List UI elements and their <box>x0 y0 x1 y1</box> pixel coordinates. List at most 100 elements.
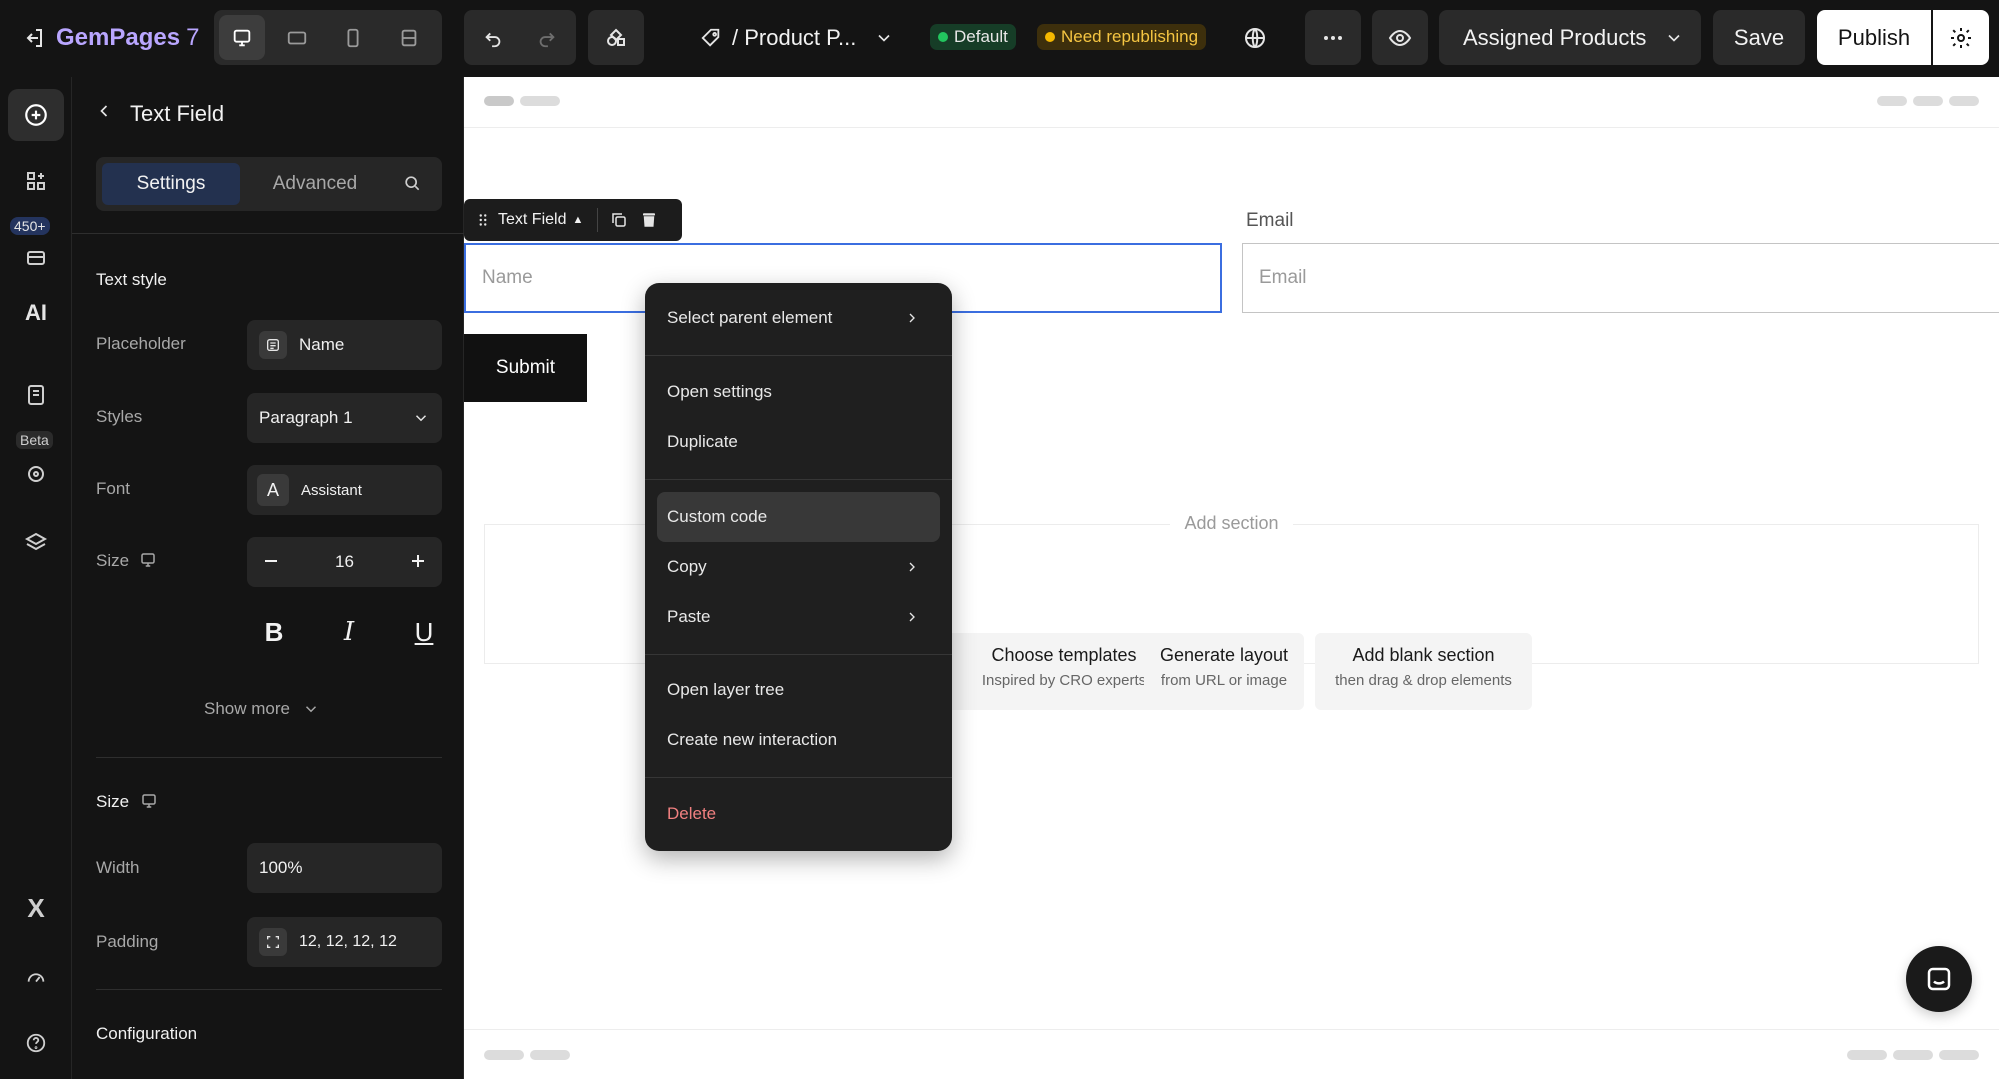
font-icon: A <box>257 474 289 506</box>
status-dot-icon <box>938 32 948 42</box>
menu-item-paste[interactable]: Paste <box>657 592 940 642</box>
bold-icon[interactable]: B <box>254 617 294 648</box>
italic-icon[interactable]: I <box>329 617 369 648</box>
menu-divider <box>645 654 952 655</box>
publish-button[interactable]: Publish <box>1817 10 1931 65</box>
submit-button[interactable]: Submit <box>464 334 587 402</box>
styles-value: Paragraph 1 <box>259 408 353 427</box>
desktop-icon <box>140 792 158 815</box>
settings-panel: Text Field Settings Advanced Text style … <box>72 77 464 1079</box>
tab-advanced[interactable]: Advanced <box>246 163 384 205</box>
footer-placeholder <box>530 1050 570 1060</box>
ai-button[interactable]: AI <box>8 287 64 339</box>
chat-launcher-button[interactable] <box>1906 946 1972 1012</box>
speed-button[interactable] <box>8 951 64 1003</box>
menu-item-custom-code[interactable]: Custom code <box>657 492 940 542</box>
publish-settings-button[interactable] <box>1933 10 1989 65</box>
generate-layout-card[interactable]: Generate layout from URL or image <box>1144 633 1304 710</box>
responsive-view-button[interactable] <box>386 10 432 65</box>
desktop-icon <box>139 551 157 574</box>
undo-icon[interactable] <box>470 10 516 65</box>
padding-label: Padding <box>96 932 159 951</box>
menu-item-open-layer-tree[interactable]: Open layer tree <box>657 665 940 715</box>
font-select[interactable]: A Assistant <box>247 465 442 515</box>
gauge-icon <box>27 973 45 983</box>
menu-divider <box>645 777 952 778</box>
menu-item-open-settings[interactable]: Open settings <box>657 367 940 417</box>
footer-divider <box>464 1029 1999 1030</box>
header-placeholder <box>1949 96 1979 106</box>
card-title: Generate layout <box>1159 645 1289 665</box>
element-toolbar: Text Field ▲ <box>464 199 682 241</box>
preview-button[interactable] <box>1372 10 1428 65</box>
warning-dot-icon <box>1045 32 1055 42</box>
plus-icon[interactable] <box>406 549 430 578</box>
header-divider <box>464 127 1999 128</box>
integrations-button[interactable] <box>588 10 644 65</box>
desktop-view-button[interactable] <box>219 15 265 60</box>
back-icon[interactable] <box>94 101 114 126</box>
tab-settings[interactable]: Settings <box>102 163 240 205</box>
elements-button[interactable] <box>8 155 64 207</box>
element-toolbar-label[interactable]: Text Field <box>498 211 566 229</box>
search-icon[interactable] <box>402 173 422 198</box>
duplicate-icon[interactable] <box>610 211 628 229</box>
x-integration-button[interactable]: X <box>8 882 64 934</box>
email-input[interactable]: Email <box>1242 243 1999 313</box>
size-stepper: 16 <box>247 537 442 587</box>
menu-item-copy[interactable]: Copy <box>657 542 940 592</box>
font-value: Assistant <box>301 481 362 499</box>
trash-icon[interactable] <box>640 211 658 229</box>
grid-plus-icon <box>27 172 45 190</box>
menu-divider <box>645 479 952 480</box>
globe-icon[interactable] <box>1235 18 1275 58</box>
header-placeholder <box>484 96 514 106</box>
more-horizontal-icon <box>1324 35 1342 40</box>
assigned-products-dropdown[interactable]: Assigned Products <box>1439 10 1701 65</box>
publish-label: Publish <box>1837 24 1911 50</box>
add-element-button[interactable] <box>8 89 64 141</box>
beta-feature-button[interactable] <box>8 439 64 491</box>
divider <box>96 757 442 758</box>
width-input[interactable]: 100% <box>247 843 442 893</box>
help-button[interactable] <box>8 1017 64 1069</box>
assigned-products-label: Assigned Products <box>1463 24 1647 50</box>
mobile-view-button[interactable] <box>330 10 376 65</box>
save-button[interactable]: Save <box>1713 10 1805 65</box>
text-style-heading: Text style <box>96 270 167 289</box>
divider <box>72 233 464 234</box>
underline-icon[interactable]: U <box>404 617 444 648</box>
styles-select[interactable]: Paragraph 1 <box>247 393 442 443</box>
brand-version: 7 <box>186 24 200 51</box>
menu-item-label: Create new interaction <box>667 730 838 749</box>
tag-icon <box>701 28 720 47</box>
chevron-down-icon <box>1668 34 1681 42</box>
menu-item-create-interaction[interactable]: Create new interaction <box>657 715 940 765</box>
caret-up-icon[interactable]: ▲ <box>572 214 583 226</box>
placeholder-field[interactable]: Name <box>247 320 442 370</box>
pages-button[interactable] <box>8 369 64 421</box>
padding-value: 12, 12, 12, 12 <box>299 933 397 950</box>
redo-icon[interactable] <box>524 10 570 65</box>
exit-icon[interactable] <box>14 18 54 58</box>
layers-button[interactable] <box>8 517 64 569</box>
tablet-landscape-view-button[interactable] <box>274 10 320 65</box>
page-selector[interactable]: / Product P... <box>700 20 894 56</box>
layers-icon <box>24 532 48 551</box>
menu-item-select-parent[interactable]: Select parent element <box>657 293 940 343</box>
footer-placeholder <box>1893 1050 1933 1060</box>
menu-item-label: Custom code <box>667 507 768 526</box>
save-label: Save <box>1733 24 1785 50</box>
padding-input[interactable]: 12, 12, 12, 12 <box>247 917 442 967</box>
menu-item-duplicate[interactable]: Duplicate <box>657 417 940 467</box>
menu-item-label: Copy <box>667 557 707 576</box>
add-blank-section-card[interactable]: Add blank section then drag & drop eleme… <box>1315 633 1532 710</box>
menu-item-delete[interactable]: Delete <box>657 789 940 839</box>
templates-button[interactable] <box>8 223 64 275</box>
more-options-button[interactable] <box>1305 10 1361 65</box>
drag-handle-icon[interactable] <box>474 211 492 229</box>
show-more-button[interactable]: Show more <box>204 699 320 719</box>
menu-item-label: Open layer tree <box>667 680 785 699</box>
card-subtitle: from URL or image <box>1160 672 1288 689</box>
divider <box>96 989 442 990</box>
